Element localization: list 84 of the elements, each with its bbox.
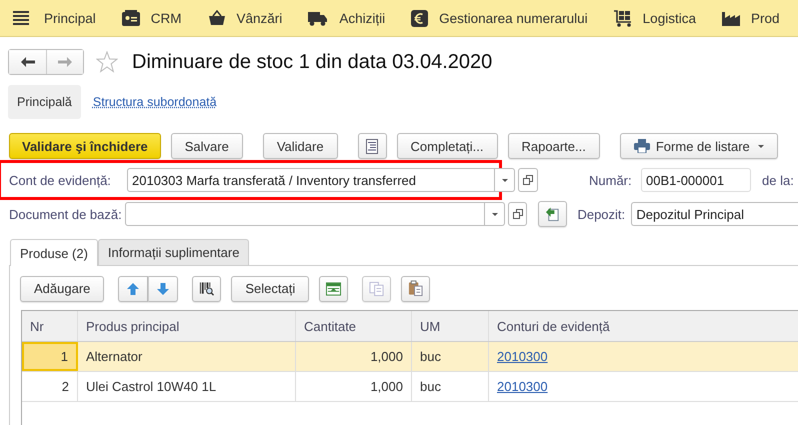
column-header[interactable]: Conturi de evidență <box>489 311 798 341</box>
input-field[interactable]: Depozitul Principal <box>631 202 798 226</box>
menu-item[interactable]: Gestionarea numerarului <box>411 10 588 26</box>
document-icon-button[interactable] <box>358 133 387 159</box>
document-arrow-icon <box>545 206 560 222</box>
section-tab[interactable]: Principală <box>8 85 81 119</box>
arrow-up-icon <box>127 282 140 294</box>
print-forms-button[interactable]: Forme de listare <box>620 133 778 159</box>
menu-icon <box>13 11 29 25</box>
column-header[interactable]: Nr <box>22 311 78 341</box>
table-cell: 1,000 <box>296 342 412 371</box>
back-button[interactable] <box>9 50 46 74</box>
field-label: Depozit: <box>577 206 626 222</box>
column-header[interactable]: Produs principal <box>78 311 296 341</box>
tab[interactable]: Informații suplimentare <box>98 239 250 265</box>
cart-icon <box>614 10 632 26</box>
menu-item-label: Principal <box>44 10 96 26</box>
windows-icon <box>512 209 523 219</box>
table-cell: 2 <box>22 372 78 401</box>
open-button[interactable] <box>518 168 538 192</box>
toolbar-button[interactable]: Adăugare <box>20 276 104 302</box>
star-icon[interactable] <box>96 51 118 73</box>
column-header[interactable]: UM <box>412 311 489 341</box>
paste-icon <box>408 280 424 297</box>
id-card-icon <box>122 10 140 26</box>
command-button[interactable]: Rapoarte... <box>508 133 600 159</box>
move-down-button[interactable] <box>148 276 178 302</box>
field-label: Număr: <box>589 172 633 188</box>
window-title: Diminuare de stoc 1 din data 03.04.2020 <box>132 50 492 74</box>
menu-item[interactable]: Achiziții <box>308 10 386 26</box>
open-button[interactable] <box>508 202 528 226</box>
windows-icon <box>523 175 533 185</box>
fill-table-button[interactable] <box>319 276 348 302</box>
tab[interactable]: Produse (2) <box>10 239 98 266</box>
menu-item-label: Achiziții <box>339 10 386 26</box>
document-icon <box>366 138 378 154</box>
printer-icon <box>634 139 650 153</box>
account-link[interactable]: 2010300 <box>497 349 548 364</box>
menu-item[interactable]: Vânzări <box>208 10 282 26</box>
field-label: de la: <box>762 172 794 188</box>
menu-item-label: Gestionarea numerarului <box>439 10 588 26</box>
input-field[interactable]: 00B1-000001 <box>641 168 751 192</box>
arrow-left-icon <box>20 57 34 67</box>
menu-item[interactable]: CRM <box>122 10 182 26</box>
copy-button[interactable] <box>362 276 392 302</box>
move-up-button[interactable] <box>118 276 148 302</box>
menu-item-label: CRM <box>150 10 182 26</box>
table-cell: buc <box>412 342 489 371</box>
field-label: Document de bază: <box>9 206 123 222</box>
input-field[interactable]: 2010303 Marfa transferată / Inventory transferred <box>127 168 495 192</box>
menu-item-label: Vânzări <box>236 10 282 26</box>
euro-icon <box>411 10 428 26</box>
barcode-search-icon <box>199 280 214 296</box>
table-cell: 1 <box>22 342 78 371</box>
table-cell: buc <box>412 372 489 401</box>
toolbar-button[interactable]: Selectați <box>231 276 310 302</box>
menu-item[interactable]: Principal <box>13 10 96 26</box>
arrow-down-icon <box>157 282 170 294</box>
command-button[interactable]: Validare <box>262 133 338 159</box>
basket-icon <box>208 10 226 26</box>
account-link[interactable]: 2010300 <box>497 379 548 394</box>
fill-from-base-button[interactable] <box>538 201 568 227</box>
caret-icon <box>758 144 764 148</box>
table-cell: 1,000 <box>296 372 412 401</box>
post-and-close-button[interactable]: Validare şi închidere <box>9 133 161 159</box>
table-cell: Alternator <box>78 342 296 371</box>
barcode-search-button[interactable] <box>192 276 222 302</box>
field-label: Cont de evidență: <box>9 172 112 188</box>
input-field[interactable] <box>124 202 486 226</box>
command-button[interactable]: Completați... <box>396 133 498 159</box>
paste-button[interactable] <box>401 276 430 302</box>
arrow-right-icon <box>58 57 72 67</box>
menu-item[interactable]: Logistica <box>614 10 696 26</box>
menu-item-label: Prod <box>750 10 780 26</box>
command-button[interactable]: Salvare <box>170 133 243 159</box>
table-cell: Ulei Castrol 10W40 1L <box>78 372 296 401</box>
copy-icon <box>369 280 384 296</box>
menu-item-label: Logistica <box>642 10 696 26</box>
menu-item[interactable]: Prod <box>722 10 780 26</box>
table-icon <box>326 282 342 296</box>
column-header[interactable]: Cantitate <box>296 311 412 341</box>
truck-icon <box>308 10 328 26</box>
section-link[interactable]: Structura subordonată <box>92 95 217 109</box>
factory-icon <box>722 10 740 26</box>
